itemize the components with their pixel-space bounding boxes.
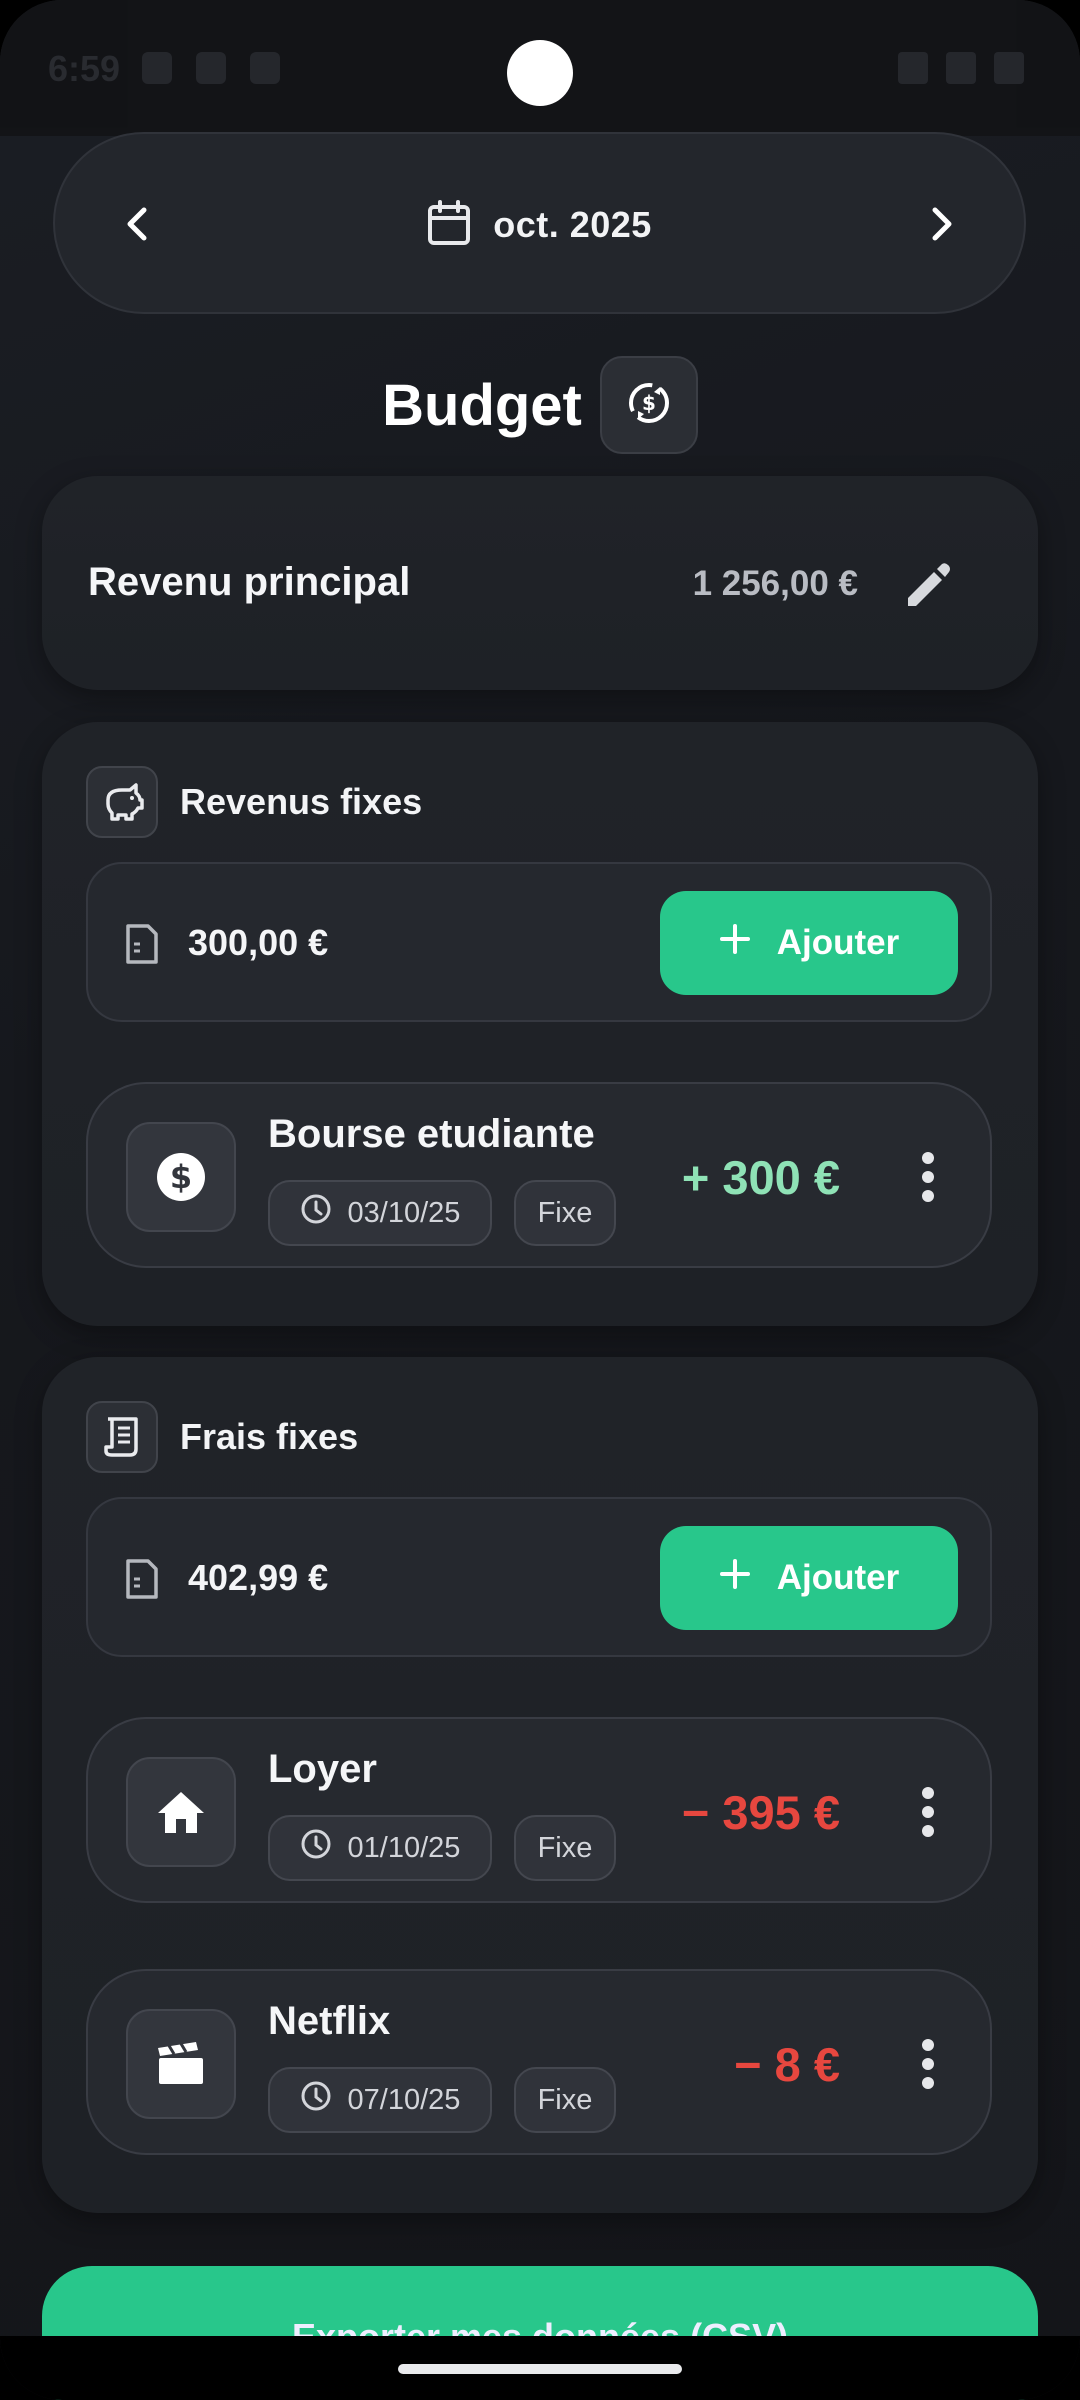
title-row: Budget $	[0, 355, 1080, 455]
sync-icon: $	[624, 378, 674, 433]
list-item[interactable]: $ Bourse etudiante 03/10/25 Fixe + 300 €	[86, 1082, 992, 1268]
sim-icon	[196, 52, 226, 84]
entry-amount: − 395 €	[681, 1786, 840, 1839]
main-income-label: Revenu principal	[88, 560, 411, 604]
fixed-costs-total: 402,99 €	[188, 1557, 329, 1598]
status-time: 6:59	[48, 48, 121, 89]
plus-icon	[719, 1558, 751, 1599]
fixed-income-total: 300,00 €	[188, 922, 329, 963]
signal-icon	[946, 52, 976, 84]
status-notification-icons	[142, 52, 280, 84]
entry-date: 01/10/25	[347, 1831, 461, 1864]
fixed-costs-title: Frais fixes	[180, 1416, 359, 1457]
svg-text:$: $	[170, 1158, 192, 1196]
receipt-icon	[86, 1401, 158, 1473]
clapperboard-icon	[126, 2009, 236, 2119]
add-button-label: Ajouter	[776, 923, 900, 962]
entry-title: Bourse etudiante	[268, 1112, 595, 1156]
fixed-costs-total-box: 402,99 € Ajouter	[86, 1497, 992, 1657]
fixed-costs-card: Frais fixes 402,99 € Ajouter Loyer 01/10…	[42, 1357, 1038, 2213]
month-label: oct. 2025	[493, 204, 652, 245]
battery-icon	[994, 52, 1024, 84]
status-system-icons	[898, 52, 1024, 84]
document-icon	[124, 1559, 160, 1604]
type-chip: Fixe	[514, 1180, 616, 1246]
fixed-income-title: Revenus fixes	[180, 781, 423, 822]
document-icon	[124, 924, 160, 969]
entry-amount: − 8 €	[734, 2038, 840, 2091]
entry-date: 07/10/25	[347, 2083, 461, 2116]
fixed-income-total-box: 300,00 € Ajouter	[86, 862, 992, 1022]
list-item[interactable]: Loyer 01/10/25 Fixe − 395 €	[86, 1717, 992, 1903]
entry-type: Fixe	[537, 1831, 593, 1864]
more-vert-icon[interactable]	[920, 2039, 936, 2089]
page-title: Budget	[382, 372, 582, 438]
date-chip: 03/10/25	[268, 1180, 492, 1246]
type-chip: Fixe	[514, 2067, 616, 2133]
app-screen: 6:59 oct. 2025 Budget $ Revenu principal…	[0, 0, 1080, 2400]
home-icon	[126, 1757, 236, 1867]
main-income-value: 1 256,00 €	[692, 564, 858, 603]
wifi-icon	[898, 52, 928, 84]
fixed-costs-header: Frais fixes	[86, 1401, 358, 1473]
chevron-right-icon[interactable]	[912, 194, 972, 254]
entry-title: Loyer	[268, 1747, 377, 1791]
more-vert-icon[interactable]	[920, 1152, 936, 1202]
plus-icon	[719, 923, 751, 964]
gesture-handle[interactable]	[398, 2364, 682, 2374]
dollar-icon: $	[126, 1122, 236, 1232]
shield-icon	[142, 52, 172, 84]
piggy-bank-icon	[86, 766, 158, 838]
clock-icon	[300, 2080, 332, 2120]
month-label-group[interactable]: oct. 2025	[55, 134, 1024, 316]
sync-button[interactable]: $	[599, 356, 698, 454]
type-chip: Fixe	[514, 1815, 616, 1881]
clock-icon	[300, 1828, 332, 1868]
more-vert-icon[interactable]	[920, 1787, 936, 1837]
svg-text:$: $	[642, 391, 656, 415]
add-fixed-income-button[interactable]: Ajouter	[660, 891, 958, 995]
entry-title: Netflix	[268, 1999, 391, 2043]
add-button-label: Ajouter	[776, 1558, 900, 1597]
clock-icon	[300, 1193, 332, 1233]
fixed-income-card: Revenus fixes 300,00 € Ajouter $ Bourse …	[42, 722, 1038, 1326]
pencil-icon[interactable]	[898, 554, 958, 614]
fixed-income-header: Revenus fixes	[86, 766, 422, 838]
list-item[interactable]: Netflix 07/10/25 Fixe − 8 €	[86, 1969, 992, 2155]
entry-amount: + 300 €	[681, 1151, 840, 1204]
main-income-card: Revenu principal 1 256,00 €	[42, 476, 1038, 690]
month-selector: oct. 2025	[53, 132, 1026, 314]
image-icon	[250, 52, 280, 84]
add-fixed-cost-button[interactable]: Ajouter	[660, 1526, 958, 1630]
date-chip: 01/10/25	[268, 1815, 492, 1881]
entry-type: Fixe	[537, 1196, 593, 1229]
entry-date: 03/10/25	[347, 1196, 461, 1229]
calendar-icon	[427, 199, 471, 251]
date-chip: 07/10/25	[268, 2067, 492, 2133]
entry-type: Fixe	[537, 2083, 593, 2116]
camera-cutout	[507, 40, 573, 106]
